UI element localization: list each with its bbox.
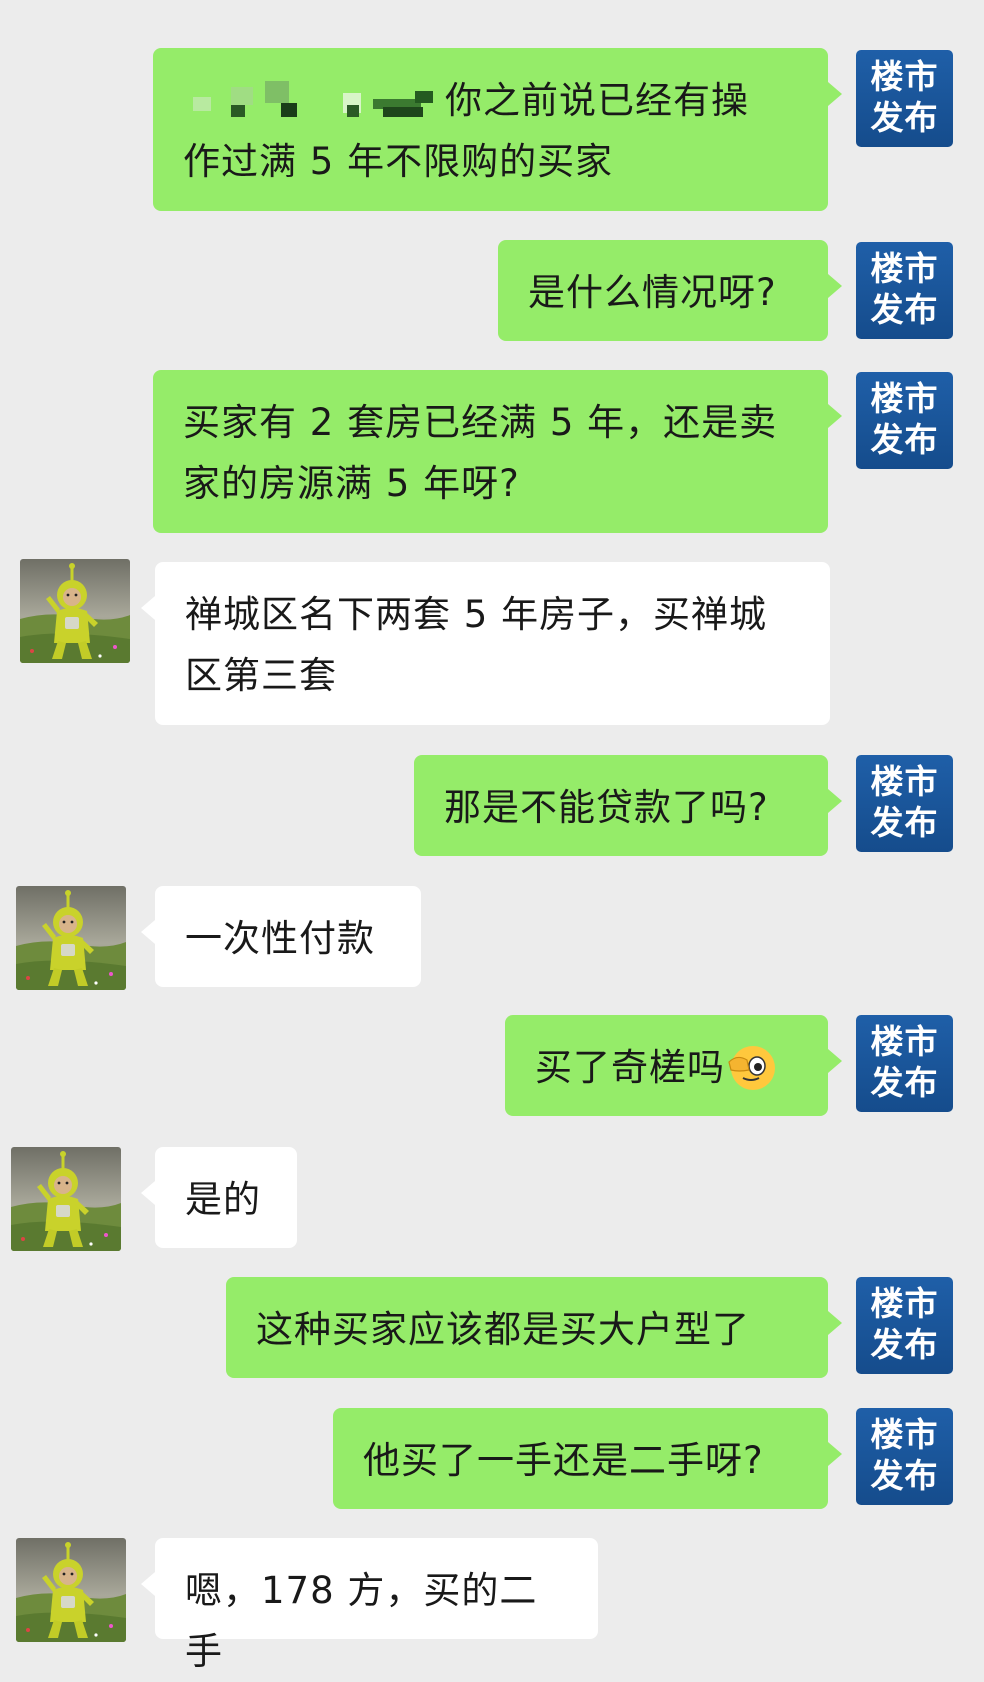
message-bubble[interactable]: 他买了一手还是二手呀? [333, 1408, 842, 1509]
message-bubble[interactable]: 买家有 2 套房已经满 5 年，还是卖 家的房源满 5 年呀? [153, 370, 842, 533]
message-text-line2: 作过满 5 年不限购的买家 [183, 140, 614, 183]
message-text-line2: 家的房源满 5 年呀? [183, 462, 520, 505]
teletubby-avatar-icon [16, 1538, 126, 1642]
message-text: 嗯，178 方，买的二手 [185, 1569, 538, 1673]
chat-window: 你之前说已经有操 作过满 5 年不限购的买家 楼市 发布 是什么情况呀? 楼市 … [0, 0, 984, 1673]
message-text: 买了奇槎吗 [535, 1046, 725, 1089]
my-avatar[interactable]: 楼市 发布 [856, 1277, 953, 1374]
avatar-text-line2: 发布 [870, 98, 939, 137]
contact-avatar[interactable] [16, 1538, 126, 1642]
avatar-text-line2: 发布 [870, 290, 939, 329]
avatar-text-line1: 楼市 [870, 249, 939, 288]
avatar-text-line2: 发布 [870, 803, 939, 842]
avatar-text-line1: 楼市 [870, 57, 939, 96]
message-text: 他买了一手还是二手呀? [363, 1439, 764, 1482]
teletubby-avatar-icon [11, 1147, 121, 1251]
avatar-text-line2: 发布 [870, 1063, 939, 1102]
message-text-line2: 区第三套 [185, 654, 337, 697]
teletubby-avatar-icon [16, 886, 126, 990]
contact-avatar[interactable] [11, 1147, 121, 1251]
message-text-line1: 买家有 2 套房已经满 5 年，还是卖 [183, 401, 778, 444]
message-text: 这种买家应该都是买大户型了 [256, 1308, 750, 1351]
redaction-pixelated-name [183, 80, 433, 117]
my-avatar[interactable]: 楼市 发布 [856, 1408, 953, 1505]
message-bubble[interactable]: 买了奇槎吗 [505, 1015, 842, 1116]
avatar-text-line1: 楼市 [870, 379, 939, 418]
avatar-text-line2: 发布 [870, 1325, 939, 1364]
wink-emoji-icon [728, 1045, 775, 1090]
avatar-text-line1: 楼市 [870, 1415, 939, 1454]
message-bubble[interactable]: 一次性付款 [141, 886, 421, 987]
avatar-text-line2: 发布 [870, 1456, 939, 1495]
message-text-line1: 你之前说已经有操 [445, 79, 749, 122]
message-bubble[interactable]: 那是不能贷款了吗? [414, 755, 842, 856]
message-bubble[interactable]: 是的 [141, 1147, 297, 1248]
avatar-text-line1: 楼市 [870, 1022, 939, 1061]
contact-avatar[interactable] [20, 559, 130, 663]
my-avatar[interactable]: 楼市 发布 [856, 242, 953, 339]
message-text-line1: 禅城区名下两套 5 年房子，买禅城 [185, 593, 768, 636]
message-text: 一次性付款 [185, 917, 375, 960]
message-text: 那是不能贷款了吗? [444, 786, 769, 829]
my-avatar[interactable]: 楼市 发布 [856, 1015, 953, 1112]
message-bubble[interactable]: 这种买家应该都是买大户型了 [226, 1277, 842, 1378]
message-text: 是什么情况呀? [528, 271, 777, 314]
my-avatar[interactable]: 楼市 发布 [856, 50, 953, 147]
message-bubble[interactable]: 是什么情况呀? [498, 240, 842, 341]
my-avatar[interactable]: 楼市 发布 [856, 755, 953, 852]
message-bubble[interactable]: 嗯，178 方，买的二手 [141, 1538, 598, 1673]
avatar-text-line2: 发布 [870, 420, 939, 459]
teletubby-avatar-icon [20, 559, 130, 663]
message-bubble[interactable]: 你之前说已经有操 作过满 5 年不限购的买家 [153, 48, 842, 211]
my-avatar[interactable]: 楼市 发布 [856, 372, 953, 469]
message-text: 是的 [185, 1178, 261, 1221]
contact-avatar[interactable] [16, 886, 126, 990]
avatar-text-line1: 楼市 [870, 762, 939, 801]
avatar-text-line1: 楼市 [870, 1284, 939, 1323]
message-bubble[interactable]: 禅城区名下两套 5 年房子，买禅城 区第三套 [141, 562, 830, 725]
